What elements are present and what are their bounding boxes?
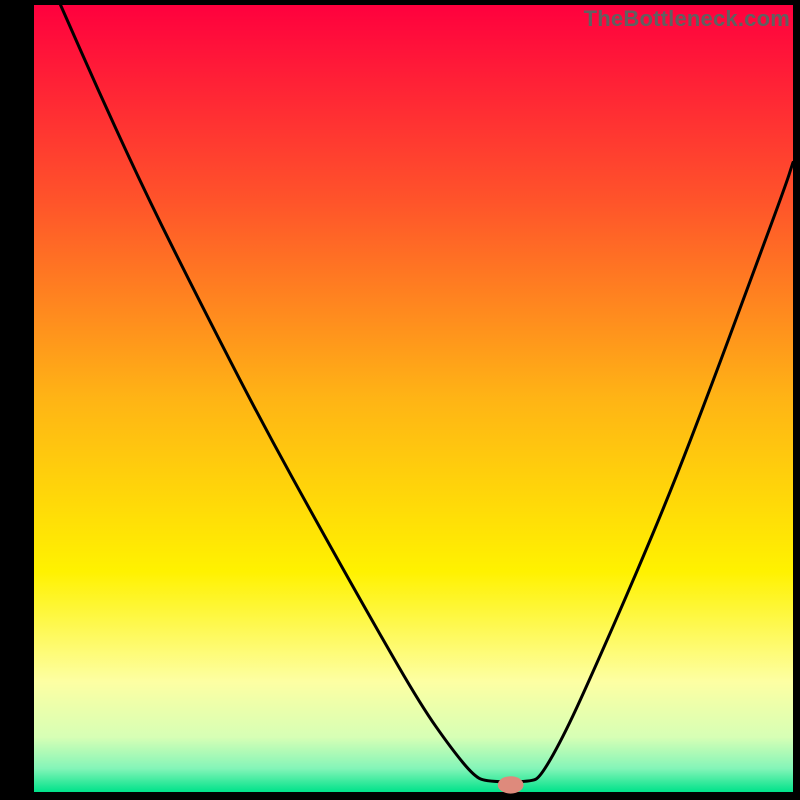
plot-background [34, 5, 793, 792]
watermark-text: TheBottleneck.com [584, 6, 790, 32]
chart-svg [0, 0, 800, 800]
chart-stage: TheBottleneck.com [0, 0, 800, 800]
optimal-point-marker [498, 776, 524, 793]
